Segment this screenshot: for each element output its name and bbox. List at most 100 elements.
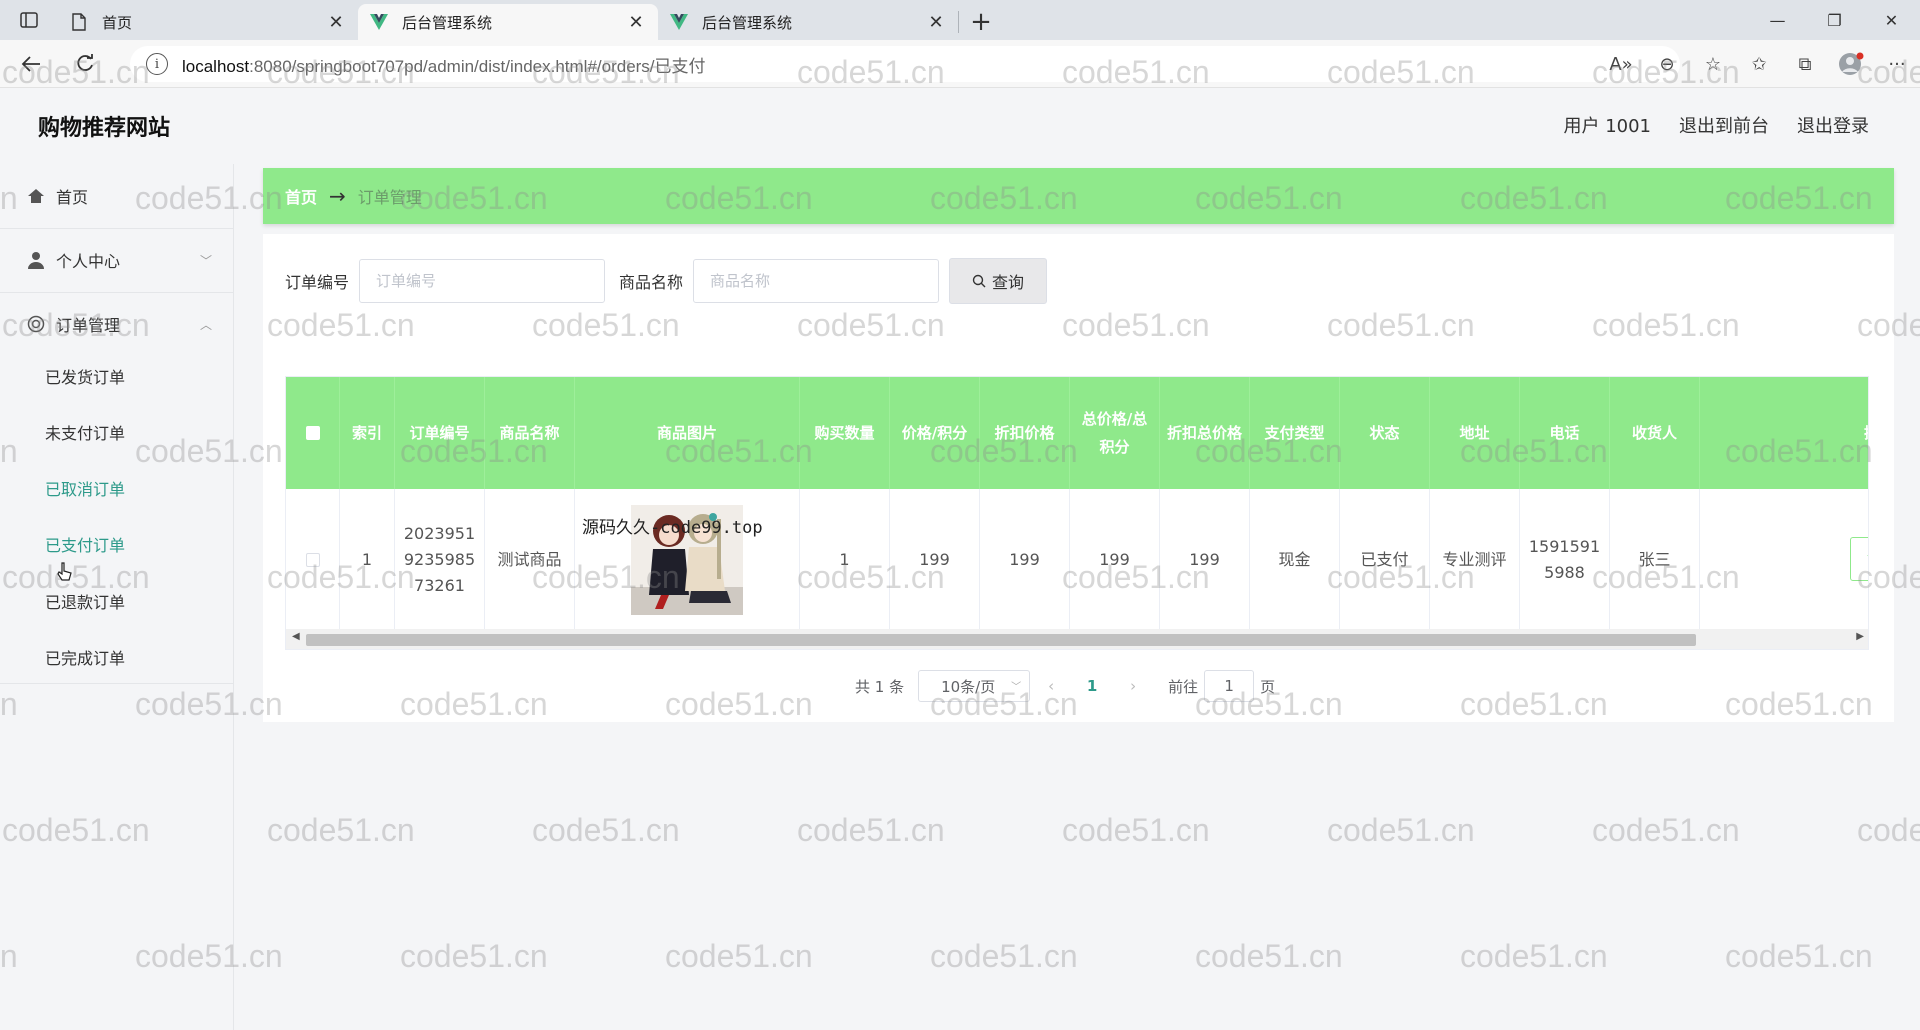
restore-icon[interactable]: ❐ bbox=[1806, 0, 1863, 40]
scroll-right-icon[interactable]: ▶ bbox=[1856, 631, 1864, 642]
th-discount-price[interactable]: 折扣价格 bbox=[980, 377, 1070, 489]
cell-discount-total: 199 bbox=[1160, 489, 1250, 631]
th-discount-total[interactable]: 折扣总价格 bbox=[1160, 377, 1250, 489]
chevron-down-icon: ﹀ bbox=[199, 254, 212, 268]
th-goods-name[interactable]: 商品名称 bbox=[485, 377, 575, 489]
refresh-icon[interactable] bbox=[62, 44, 108, 84]
th-qty[interactable]: 购买数量 bbox=[800, 377, 890, 489]
th-address[interactable]: 地址 bbox=[1430, 377, 1520, 489]
tab-title: 后台管理系统 bbox=[702, 13, 793, 32]
browser-tab-home[interactable]: 首页 ✕ bbox=[58, 4, 358, 40]
order-no-input[interactable] bbox=[359, 259, 606, 303]
back-to-front-link[interactable]: 退出到前台 bbox=[1679, 112, 1769, 138]
favorite-add-icon[interactable]: ☆ bbox=[1690, 44, 1736, 84]
sidebar-sub-shipped[interactable]: 已发货订单 bbox=[45, 364, 125, 388]
more-menu-icon[interactable]: ··· bbox=[1874, 44, 1920, 84]
cell-discount-price: 199 bbox=[980, 489, 1070, 631]
goto-page-input[interactable]: 1 bbox=[1204, 670, 1255, 702]
sidebar-item-home[interactable]: 首页 bbox=[0, 164, 234, 228]
phone-line: 1591591 bbox=[1528, 537, 1601, 556]
select-all-checkbox[interactable] bbox=[305, 426, 320, 440]
scrollbar-thumb[interactable] bbox=[306, 634, 1696, 646]
site-info-icon[interactable]: i bbox=[146, 53, 168, 75]
logout-link[interactable]: 退出登录 bbox=[1797, 112, 1869, 138]
user-name[interactable]: 用户 1001 bbox=[1563, 112, 1651, 138]
browser-tab-admin-active[interactable]: 后台管理系统 ✕ bbox=[358, 4, 658, 40]
main-content: 订单编号 商品名称 查询 索引 订单编号 商品名称 商品图片 购买数量 价格/积… bbox=[263, 234, 1894, 722]
th-receiver[interactable]: 收货人 bbox=[1610, 377, 1700, 489]
scroll-left-icon[interactable]: ◀ bbox=[292, 631, 300, 642]
minimize-icon[interactable]: — bbox=[1749, 0, 1806, 40]
th-goods-pic[interactable]: 商品图片 bbox=[575, 377, 800, 489]
page-size-select[interactable]: 10条/页 ﹀ bbox=[918, 670, 1031, 702]
close-icon[interactable]: ✕ bbox=[926, 12, 946, 33]
profile-avatar-icon[interactable] bbox=[1828, 44, 1874, 84]
favorites-icon[interactable]: ✩ bbox=[1736, 44, 1782, 84]
horizontal-scrollbar[interactable]: ◀ ▶ bbox=[286, 629, 1868, 649]
page-number[interactable]: 1 bbox=[1072, 677, 1112, 695]
orders-table: 索引 订单编号 商品名称 商品图片 购买数量 价格/积分 折扣价格 总价格/总积… bbox=[285, 376, 1869, 650]
goods-name-input[interactable] bbox=[693, 259, 940, 303]
watermark-text: code51.cn bbox=[532, 812, 680, 848]
cell-qty: 1 bbox=[800, 489, 890, 631]
pagination: 共 1 条 10条/页 ﹀ ‹ 1 › 前往 1 页 bbox=[855, 670, 1275, 702]
header-links: 用户 1001 退出到前台 退出登录 bbox=[1563, 112, 1869, 138]
sidebar: 首页 个人中心 ﹀ 订单管理 ︿ 已发货订单 未支付订单 已取消订单 已支付订单… bbox=[0, 164, 234, 1030]
prev-page-icon[interactable]: ‹ bbox=[1030, 677, 1072, 695]
phone-line: 5988 bbox=[1544, 563, 1585, 582]
url-field[interactable]: i localhost:8080/springboot707pd/admin/d… bbox=[130, 46, 1680, 82]
sidebar-item-orders[interactable]: 订单管理 ︿ bbox=[0, 292, 234, 356]
url-host: localhost bbox=[182, 56, 250, 76]
sidebar-toggle-icon[interactable] bbox=[0, 0, 58, 40]
detail-button[interactable]: 详 bbox=[1850, 537, 1868, 581]
sidebar-sub-unpaid[interactable]: 未支付订单 bbox=[45, 420, 125, 444]
sidebar-item-label: 个人中心 bbox=[56, 252, 121, 271]
back-icon[interactable] bbox=[8, 44, 54, 84]
th-pay-type[interactable]: 支付类型 bbox=[1250, 377, 1340, 489]
th-order-no[interactable]: 订单编号 bbox=[395, 377, 485, 489]
sidebar-sub-cancelled[interactable]: 已取消订单 bbox=[45, 476, 125, 500]
order-no-line: 9235985 bbox=[403, 550, 476, 569]
query-button[interactable]: 查询 bbox=[949, 258, 1048, 304]
vue-logo-icon bbox=[370, 13, 388, 31]
zoom-out-icon[interactable]: ⊖ bbox=[1644, 44, 1690, 84]
sidebar-item-personal[interactable]: 个人中心 ﹀ bbox=[0, 228, 234, 292]
sidebar-sub-refunded[interactable]: 已退款订单 bbox=[45, 589, 125, 613]
query-button-label: 查询 bbox=[992, 273, 1025, 292]
next-page-icon[interactable]: › bbox=[1112, 677, 1154, 695]
breadcrumb-home[interactable]: 首页 bbox=[285, 184, 317, 208]
browser-toolbar: A» ⊖ ☆ ✩ ⧉ ··· bbox=[1598, 40, 1920, 88]
close-window-icon[interactable]: ✕ bbox=[1863, 0, 1920, 40]
new-tab-icon[interactable]: + bbox=[959, 4, 1003, 40]
th-phone[interactable]: 电话 bbox=[1520, 377, 1610, 489]
th-label: 折扣总价格 bbox=[1166, 424, 1242, 442]
th-index[interactable]: 索引 bbox=[340, 377, 395, 489]
close-icon[interactable]: ✕ bbox=[626, 12, 646, 33]
watermark-text: code51.cn bbox=[930, 938, 1078, 974]
collections-icon[interactable]: ⧉ bbox=[1782, 44, 1828, 84]
user-icon bbox=[26, 250, 46, 270]
th-label: 订单编号 bbox=[409, 424, 470, 442]
mouse-cursor-icon bbox=[57, 562, 73, 586]
row-checkbox[interactable] bbox=[305, 553, 320, 567]
vue-logo-icon bbox=[670, 13, 688, 31]
sidebar-sub-completed[interactable]: 已完成订单 bbox=[45, 645, 125, 669]
close-icon[interactable]: ✕ bbox=[326, 12, 346, 33]
cell-price: 199 bbox=[890, 489, 980, 631]
watermark-text: code51.cn bbox=[1062, 812, 1210, 848]
th-status[interactable]: 状态 bbox=[1340, 377, 1430, 489]
read-aloud-icon[interactable]: A» bbox=[1598, 44, 1644, 84]
order-no-line: 73261 bbox=[414, 576, 465, 595]
breadcrumb-current: 订单管理 bbox=[357, 188, 422, 207]
th-price[interactable]: 价格/积分 bbox=[890, 377, 980, 489]
watermark-text: code51.cn bbox=[1592, 812, 1740, 848]
chevron-up-icon: ︿ bbox=[199, 318, 212, 332]
browser-tab-admin[interactable]: 后台管理系统 ✕ bbox=[658, 4, 958, 40]
th-label: 价格/积分 bbox=[901, 424, 968, 442]
th-total[interactable]: 总价格/总积分 bbox=[1070, 377, 1160, 489]
sidebar-sub-paid[interactable]: 已支付订单 bbox=[45, 532, 125, 556]
watermark-text: code51.cn bbox=[665, 938, 813, 974]
order-no-label: 订单编号 bbox=[285, 273, 350, 292]
url-path: :8080/springboot707pd/admin/dist/index.h… bbox=[249, 56, 706, 76]
watermark-text: code51.cn bbox=[1857, 812, 1920, 848]
